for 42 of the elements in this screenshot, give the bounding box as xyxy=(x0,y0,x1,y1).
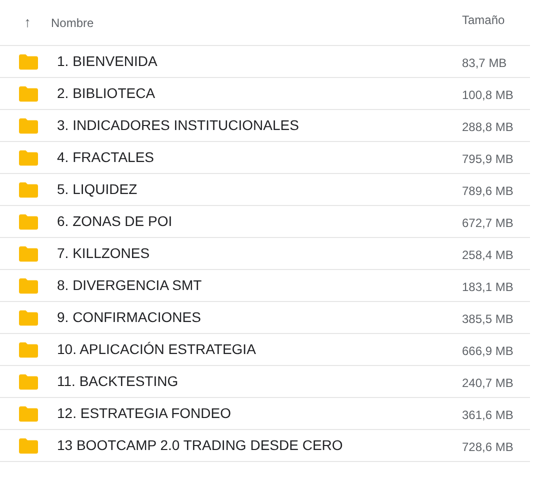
folder-name[interactable]: 5. LIQUIDEZ xyxy=(57,179,138,200)
folder-name[interactable]: 3. INDICADORES INSTITUCIONALES xyxy=(57,115,299,136)
folder-icon xyxy=(19,342,38,358)
folder-icon xyxy=(19,182,38,198)
file-size: 183,1 MB xyxy=(462,279,514,296)
folder-name[interactable]: 13 BOOTCAMP 2.0 TRADING DESDE CERO xyxy=(57,435,343,456)
folder-name[interactable]: 4. FRACTALES xyxy=(57,147,154,168)
folder-name[interactable]: 1. BIENVENIDA xyxy=(57,51,158,72)
folder-name[interactable]: 12. ESTRATEGIA FONDEO xyxy=(57,403,232,424)
sort-arrow[interactable]: ↑ xyxy=(24,12,38,33)
folder-name[interactable]: 11. BACKTESTING xyxy=(57,371,178,392)
folder-name[interactable]: 6. ZONAS DE POI xyxy=(57,211,172,232)
folder-icon xyxy=(19,406,38,422)
folder-name[interactable]: 2. BIBLIOTECA xyxy=(57,83,156,104)
file-size: 240,7 MB xyxy=(462,375,514,392)
file-size: 385,5 MB xyxy=(462,311,514,328)
folder-icon xyxy=(19,214,38,230)
folder-name[interactable]: 10. APLICACIÓN ESTRATEGIA xyxy=(57,339,256,360)
column-header[interactable]: Nombre xyxy=(51,14,94,32)
folder-name[interactable]: 7. KILLZONES xyxy=(57,243,150,264)
folder-icon xyxy=(19,118,38,134)
folder-icon xyxy=(19,278,38,294)
folder-name[interactable]: 8. DIVERGENCIA SMT xyxy=(57,275,202,296)
file-size: 100,8 MB xyxy=(462,87,514,104)
folder-icon xyxy=(19,374,38,390)
file-size: 288,8 MB xyxy=(462,119,514,136)
file-size: 258,4 MB xyxy=(462,247,514,264)
file-size: 789,6 MB xyxy=(462,183,514,200)
folder-icon xyxy=(19,310,38,326)
file-size: 361,6 MB xyxy=(462,407,514,424)
folder-name[interactable]: 9. CONFIRMACIONES xyxy=(57,307,201,328)
file-size: 795,9 MB xyxy=(462,151,514,168)
file-size: 83,7 MB xyxy=(462,55,507,72)
file-size: 672,7 MB xyxy=(462,215,514,232)
folder-icon xyxy=(19,54,38,70)
folder-icon xyxy=(19,86,38,102)
file-size: 728,6 MB xyxy=(462,439,514,456)
file-size: 666,9 MB xyxy=(462,343,514,360)
folder-icon xyxy=(19,246,38,262)
column-header[interactable]: Tamaño xyxy=(462,11,505,29)
folder-icon xyxy=(19,438,38,454)
folder-icon xyxy=(19,150,38,166)
